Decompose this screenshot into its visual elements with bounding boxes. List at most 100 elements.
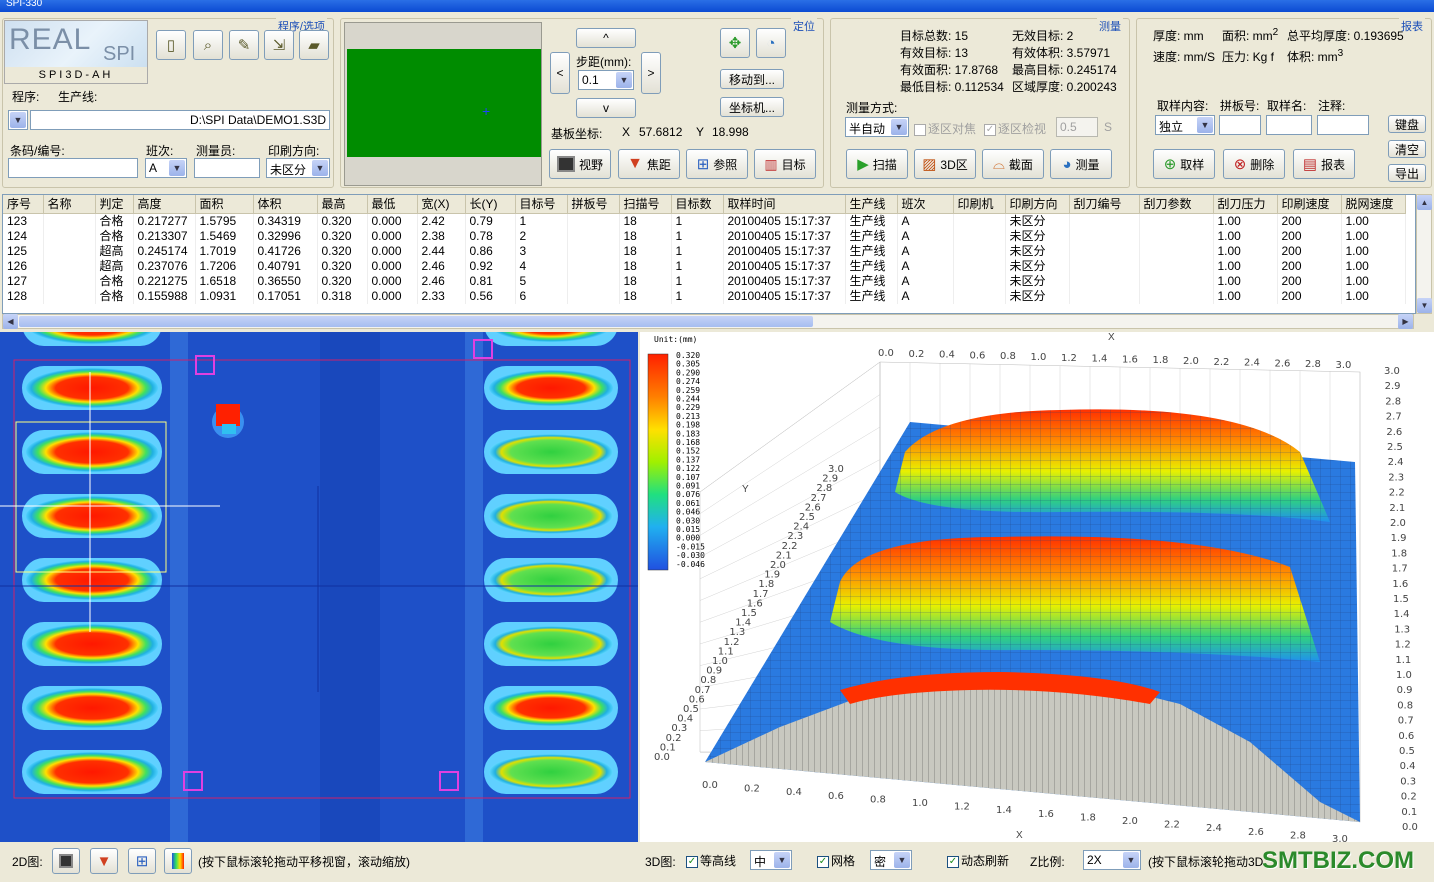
new-file-button[interactable]: ▯ — [156, 30, 186, 60]
mesh-checkbox[interactable]: ✓ 网格 — [817, 852, 855, 869]
export-button[interactable]: 导出 — [1388, 164, 1426, 182]
2d-colormap-button[interactable] — [164, 848, 192, 874]
y-tick-label: 0.2 — [666, 733, 682, 744]
print-direction-select[interactable]: 未区分 ▼ — [266, 158, 330, 178]
column-header[interactable]: 刮刀压力 — [1213, 195, 1278, 214]
import-icon: ⇲ — [272, 37, 286, 54]
table-cell — [953, 243, 1006, 259]
panel-no-field[interactable] — [1219, 115, 1261, 135]
results-table[interactable]: 序号 名称 判定 高度 面积 体积 最高 最低 宽(X) 长(Y) 目标号 拼板号 扫描号 目标数 取样时间… — [2, 194, 1416, 314]
move-left-button[interactable]: < — [550, 52, 570, 94]
region-focus-checkbox[interactable]: 逐区对焦 — [914, 120, 976, 137]
move-right-button[interactable]: > — [641, 52, 661, 94]
table-row[interactable]: 127 合格 0.221275 1.6518 0.36550 0.320 0.000 2.46… — [3, 273, 1406, 289]
sample-content-select[interactable]: 独立 ▼ — [1155, 115, 1215, 135]
column-header[interactable]: 刮刀参数 — [1139, 195, 1214, 214]
column-header[interactable]: 判定 — [95, 195, 134, 214]
column-header[interactable]: 体积 — [253, 195, 318, 214]
edit-button[interactable]: ✎ — [229, 30, 259, 60]
clear-button[interactable]: 清空 — [1388, 140, 1426, 158]
column-header[interactable]: 印刷机 — [953, 195, 1006, 214]
column-header[interactable]: 目标号 — [515, 195, 568, 214]
column-header[interactable]: 最高 — [317, 195, 368, 214]
scroll-down-icon[interactable]: ▼ — [1417, 298, 1432, 313]
view-button[interactable]: 视野 — [549, 149, 611, 179]
column-header[interactable]: 印刷方向 — [1005, 195, 1070, 214]
target-button[interactable]: ▥ 目标 — [754, 149, 816, 179]
reference-button[interactable]: ⊞ 参照 — [686, 149, 748, 179]
column-header[interactable]: 高度 — [133, 195, 196, 214]
gauge-button[interactable]: ◔ — [756, 28, 786, 58]
coordinate-machine-button[interactable]: 坐标机... — [720, 97, 784, 117]
table-horizontal-scrollbar[interactable]: ◀ ▶ — [2, 314, 1414, 329]
program-path-field[interactable]: D:\SPI Data\DEMO1.S3D — [30, 110, 330, 130]
program-select-arrow[interactable]: ▼ — [8, 110, 28, 130]
column-header[interactable]: 班次 — [897, 195, 954, 214]
z-ratio-select[interactable]: 2X ▼ — [1083, 850, 1141, 870]
column-header[interactable]: 刮刀编号 — [1069, 195, 1140, 214]
column-header[interactable]: 目标数 — [671, 195, 724, 214]
move-up-button[interactable]: ^ — [576, 28, 636, 48]
view-2d[interactable] — [0, 332, 638, 842]
center-button[interactable]: ✥ — [720, 28, 750, 58]
table-row[interactable]: 126 超高 0.237076 1.7206 0.40791 0.320 0.000 2.46… — [3, 258, 1406, 274]
keyboard-button[interactable]: 键盘 — [1388, 115, 1426, 133]
column-header[interactable]: 宽(X) — [417, 195, 466, 214]
report-button[interactable]: ▤ 报表 — [1293, 149, 1355, 179]
y-tick-label: 0.4 — [1400, 761, 1416, 772]
scroll-up-icon[interactable]: ▲ — [1417, 195, 1432, 210]
column-header[interactable]: 扫描号 — [619, 195, 672, 214]
column-header[interactable]: 印刷速度 — [1277, 195, 1342, 214]
table-row[interactable]: 125 超高 0.245174 1.7019 0.41726 0.320 0.000 2.44… — [3, 243, 1406, 259]
scroll-thumb[interactable] — [19, 316, 813, 327]
3d-region-button[interactable]: ▨ 3D区 — [914, 149, 976, 179]
delete-button[interactable]: ⊗ 删除 — [1223, 149, 1285, 179]
section-button[interactable]: ⌓ 截面 — [982, 149, 1044, 179]
region-check-checkbox[interactable]: ✓ 逐区检视 — [984, 120, 1046, 137]
operator-field[interactable] — [194, 158, 260, 178]
column-header[interactable]: 面积 — [195, 195, 254, 214]
y-tick-label: 1.0 — [1396, 670, 1412, 681]
move-to-button[interactable]: 移动到... — [720, 69, 784, 89]
table-cell — [1069, 273, 1140, 289]
move-down-button[interactable]: v — [576, 98, 636, 118]
open-preview-button[interactable]: ⌕ — [193, 30, 223, 60]
table-row[interactable]: 124 合格 0.213307 1.5469 0.32996 0.320 0.000 2.38… — [3, 228, 1406, 244]
import-button[interactable]: ⇲ — [264, 30, 294, 60]
2d-focus-button[interactable]: ▼ — [90, 848, 118, 874]
column-header[interactable]: 取样时间 — [723, 195, 846, 214]
column-header[interactable]: 名称 — [43, 195, 96, 214]
table-row[interactable]: 123 合格 0.217277 1.5795 0.34319 0.320 0.000 2.42… — [3, 213, 1406, 229]
solder-pad — [22, 366, 162, 410]
column-header[interactable]: 生产线 — [845, 195, 898, 214]
column-header[interactable]: 序号 — [3, 195, 44, 214]
sample-name-field[interactable] — [1266, 115, 1312, 135]
contour-select[interactable]: 中 ▼ — [750, 850, 792, 870]
table-vertical-scrollbar[interactable]: ▲ ▼ — [1416, 194, 1432, 314]
2d-view-button[interactable] — [52, 848, 80, 874]
scroll-left-icon[interactable]: ◀ — [3, 314, 18, 329]
column-header[interactable]: 拼板号 — [567, 195, 620, 214]
barcode-field[interactable] — [8, 158, 138, 178]
open-folder-button[interactable]: ▰ — [299, 30, 329, 60]
mesh-select[interactable]: 密 ▼ — [870, 850, 912, 870]
shift-select[interactable]: A ▼ — [145, 158, 187, 178]
view-3d[interactable]: Unit:(mm) 0.320 0.305 0.290 0.274 0.259 0.244… — [640, 332, 1434, 842]
scan-button[interactable]: ▶ 扫描 — [846, 149, 908, 179]
note-field[interactable] — [1317, 115, 1369, 135]
mode-select[interactable]: 半自动 ▼ — [845, 117, 909, 137]
scroll-right-icon[interactable]: ▶ — [1398, 314, 1413, 329]
time-field[interactable]: 0.5 — [1056, 117, 1098, 137]
measure-button[interactable]: ◕ 测量 — [1050, 149, 1112, 179]
step-select[interactable]: 0.1 ▼ — [578, 70, 634, 90]
column-header[interactable]: 最低 — [367, 195, 418, 214]
folder-icon: ▰ — [308, 37, 320, 54]
2d-reference-button[interactable]: ⊞ — [128, 848, 156, 874]
contour-checkbox[interactable]: ✓ 等高线 — [686, 852, 736, 869]
column-header[interactable]: 脱网速度 — [1341, 195, 1406, 214]
column-header[interactable]: 长(Y) — [465, 195, 516, 214]
dynamic-refresh-checkbox[interactable]: ✓ 动态刷新 — [947, 852, 1009, 869]
sample-button[interactable]: ⊕ 取样 — [1153, 149, 1215, 179]
focus-button[interactable]: ▼ 焦距 — [618, 149, 680, 179]
table-row[interactable]: 128 合格 0.155988 1.0931 0.17051 0.318 0.000 2.33… — [3, 288, 1406, 304]
